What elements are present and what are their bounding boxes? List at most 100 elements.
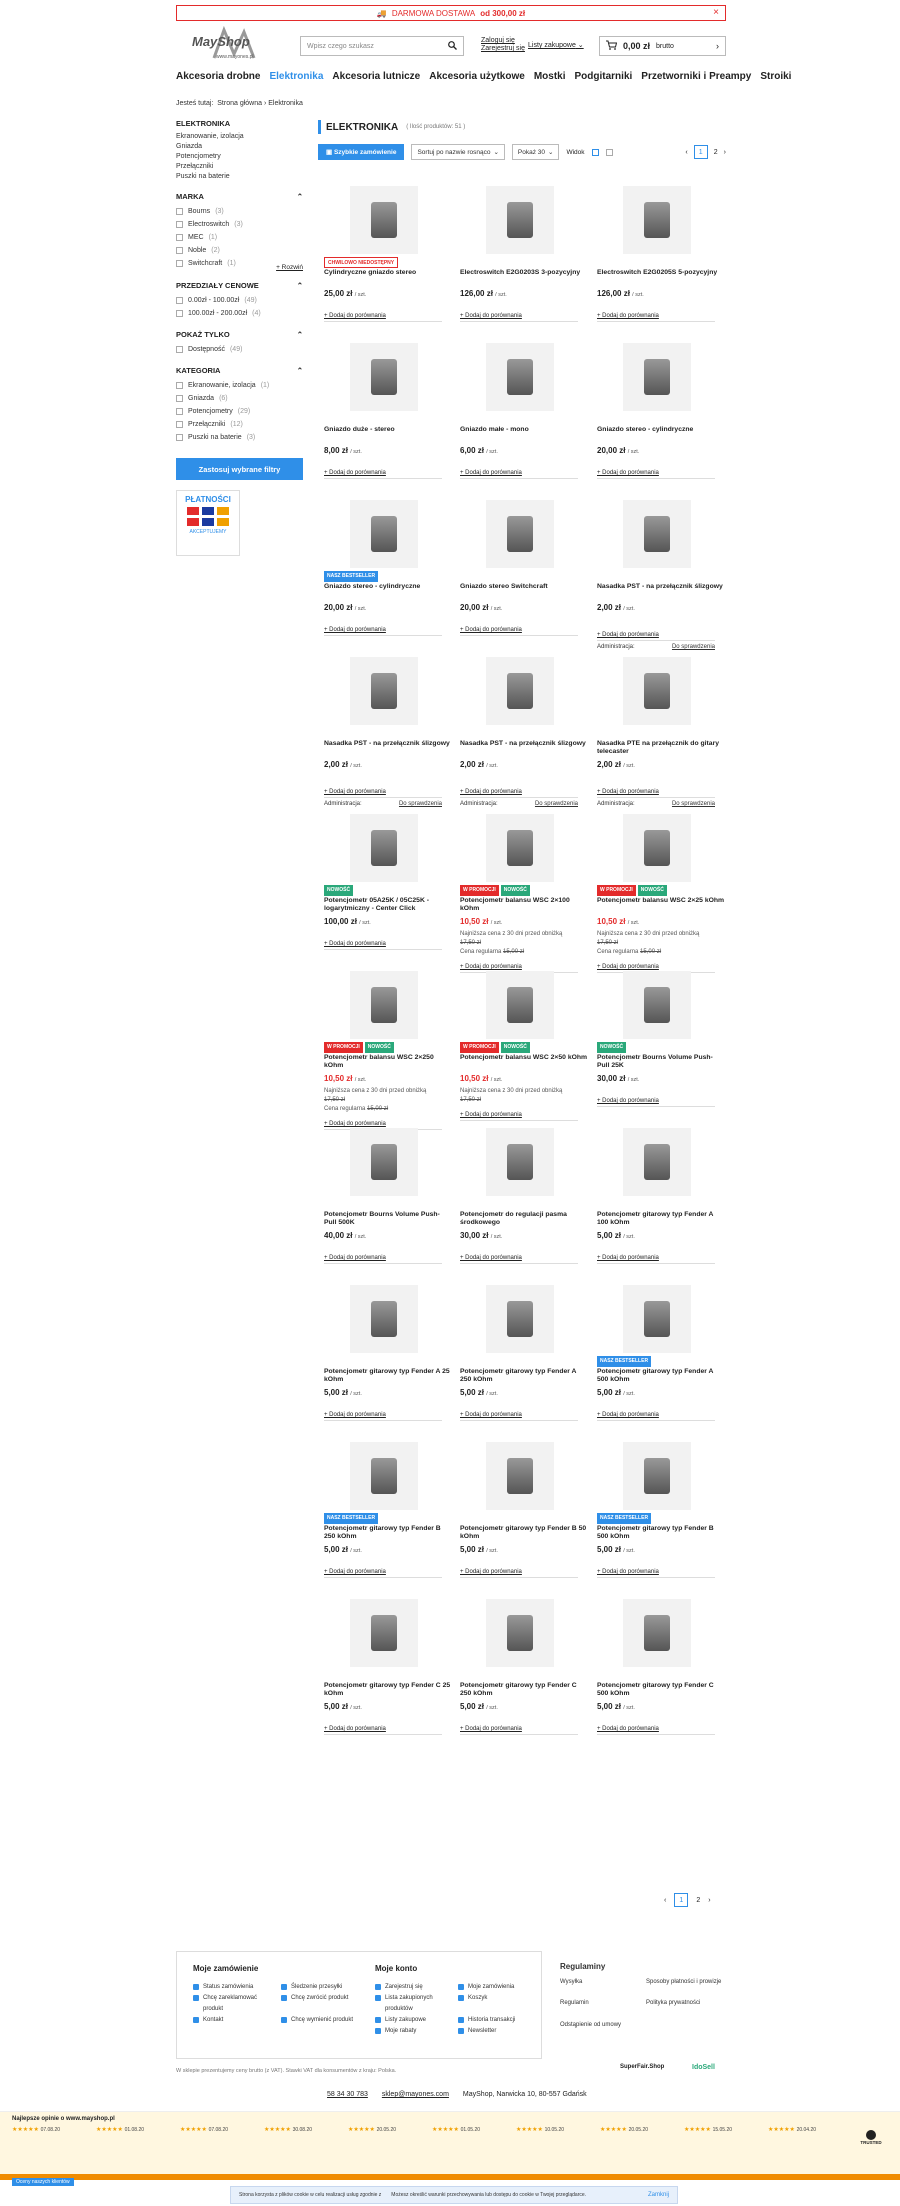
product-card[interactable]: NOWOŚĆ Potencjometr 05A25K / 05C25K - log…: [324, 814, 452, 950]
product-name[interactable]: Potencjometr gitarowy typ Fender A 25 kO…: [324, 1368, 452, 1385]
compare-link[interactable]: + Dodaj do porównania: [597, 632, 715, 641]
nav-item-przetworniki[interactable]: Przetworniki i Preampy: [641, 71, 751, 82]
product-name[interactable]: Electroswitch E2G0205S 5-pozycyjny: [597, 269, 725, 286]
trusted-badge[interactable]: TRUSTED: [856, 2130, 886, 2154]
search-input[interactable]: Wpisz czego szukasz: [300, 36, 464, 56]
checkbox-icon[interactable]: [176, 234, 183, 241]
compare-link[interactable]: + Dodaj do porównania: [460, 1112, 578, 1121]
product-name[interactable]: Potencjometr Bourns Volume Push-Pull 25K: [597, 1054, 725, 1071]
product-card[interactable]: W PROMOCJI NOWOŚĆ Potencjometr balansu WSC…: [324, 971, 452, 1130]
product-image[interactable]: [623, 657, 691, 725]
opinion-item[interactable]: ★★★★★ 01.08.20: [96, 2126, 156, 2133]
admin-check-link[interactable]: Do sprawdzenia: [535, 801, 578, 807]
product-name[interactable]: Nasadka PTE na przełącznik do gitary tel…: [597, 740, 725, 757]
product-image[interactable]: [350, 1599, 418, 1667]
login-link[interactable]: Zaloguj się: [481, 37, 525, 45]
checkbox-icon[interactable]: [176, 310, 183, 317]
product-image[interactable]: [350, 186, 418, 254]
filter-checkbox[interactable]: 0.00zł - 100.00zł (49): [176, 294, 303, 307]
product-image[interactable]: [350, 971, 418, 1039]
footer-link[interactable]: Chcę zwrócić produkt: [281, 1993, 363, 2015]
compare-link[interactable]: + Dodaj do porównania: [597, 470, 715, 479]
footer-link[interactable]: Status zamówienia: [193, 1982, 275, 1993]
opinion-item[interactable]: ★★★★★ 20.04.20: [768, 2126, 828, 2133]
opinion-item[interactable]: ★★★★★ 15.05.20: [684, 2126, 744, 2133]
product-image[interactable]: [486, 657, 554, 725]
compare-link[interactable]: + Dodaj do porównania: [460, 1412, 578, 1421]
product-image[interactable]: [623, 814, 691, 882]
product-image[interactable]: [350, 814, 418, 882]
opinion-item[interactable]: ★★★★★ 30.08.20: [264, 2126, 324, 2133]
compare-link[interactable]: + Dodaj do porównania: [324, 627, 442, 636]
nav-item-elektronika[interactable]: Elektronika: [269, 71, 323, 82]
product-name[interactable]: Potencjometr balansu WSC 2×100 kOhm: [460, 897, 588, 914]
product-name[interactable]: Potencjometr 05A25K / 05C25K - logarytmi…: [324, 897, 452, 914]
sidebar-category-link[interactable]: Gniazda: [176, 142, 303, 152]
compare-link[interactable]: + Dodaj do porównania: [597, 313, 715, 322]
product-name[interactable]: Potencjometr gitarowy typ Fender C 250 k…: [460, 1682, 588, 1699]
compare-link[interactable]: + Dodaj do porównania: [324, 1569, 442, 1578]
compare-link[interactable]: + Dodaj do porównania: [324, 941, 442, 950]
checkbox-icon[interactable]: [176, 208, 183, 215]
product-card[interactable]: Gniazdo stereo Switchcraft 20,00 zł / szt…: [460, 500, 588, 636]
product-name[interactable]: Gniazdo duże - stereo: [324, 426, 452, 443]
quick-order-button[interactable]: ▣ Szybkie zamówienie: [318, 144, 405, 160]
filter-checkbox[interactable]: Noble (2): [176, 244, 303, 257]
product-image[interactable]: [350, 1442, 418, 1510]
nav-item-mostki[interactable]: Mostki: [534, 71, 566, 82]
page-2-button[interactable]: 2: [696, 1897, 700, 1904]
filter-checkbox[interactable]: Bourns (3): [176, 205, 303, 218]
opinion-item[interactable]: ★★★★★ 10.05.20: [516, 2126, 576, 2133]
checkbox-icon[interactable]: [176, 260, 183, 267]
product-image[interactable]: [623, 1442, 691, 1510]
footer-link[interactable]: Chcę zareklamować produkt: [193, 1993, 275, 2015]
product-name[interactable]: Gniazdo stereo - cylindryczne: [597, 426, 725, 443]
compare-link[interactable]: + Dodaj do porównania: [597, 1098, 715, 1107]
compare-link[interactable]: + Dodaj do porównania: [597, 1412, 715, 1421]
product-card[interactable]: Gniazdo małe - mono 6,00 zł / szt. + Dodaj…: [460, 343, 588, 479]
prev-page-button[interactable]: ‹: [685, 149, 687, 156]
product-name[interactable]: Gniazdo stereo - cylindryczne: [324, 583, 452, 600]
product-name[interactable]: Gniazdo stereo Switchcraft: [460, 583, 588, 600]
product-card[interactable]: Potencjometr gitarowy typ Fender A 25 kO…: [324, 1285, 452, 1421]
product-card[interactable]: Nasadka PST - na przełącznik ślizgowy 2,0…: [460, 657, 588, 807]
product-card[interactable]: W PROMOCJI NOWOŚĆ Potencjometr balansu WSC…: [460, 814, 588, 973]
email-link[interactable]: sklep@mayones.com: [382, 2091, 449, 2098]
sidebar-category-link[interactable]: Potencjometry: [176, 152, 303, 162]
product-image[interactable]: [350, 1128, 418, 1196]
compare-link[interactable]: + Dodaj do porównania: [597, 1569, 715, 1578]
compare-link[interactable]: + Dodaj do porównania: [324, 313, 442, 322]
product-name[interactable]: Potencjometr do regulacji pasma środkowe…: [460, 1211, 588, 1228]
product-name[interactable]: Potencjometr gitarowy typ Fender A 250 k…: [460, 1368, 588, 1385]
product-name[interactable]: Nasadka PST - na przełącznik ślizgowy: [597, 583, 725, 600]
next-page-button[interactable]: ›: [724, 149, 726, 156]
nav-item-akcesoria-drobne[interactable]: Akcesoria drobne: [176, 71, 260, 82]
filter-price-title[interactable]: PRZEDZIAŁY CENOWE ⌃: [176, 281, 303, 290]
compare-link[interactable]: + Dodaj do porównania: [324, 1726, 442, 1735]
shopping-lists-link[interactable]: Listy zakupowe ⌄: [528, 41, 584, 49]
product-image[interactable]: [486, 971, 554, 1039]
footer-link[interactable]: Zarejestruj się: [375, 1982, 452, 1993]
product-card[interactable]: Potencjometr gitarowy typ Fender C 25 kO…: [324, 1599, 452, 1735]
grid-view-icon[interactable]: [591, 148, 599, 156]
filter-checkbox[interactable]: Puszki na baterie (3): [176, 431, 303, 444]
logo[interactable]: MayShop www.mayones.pl: [176, 24, 296, 64]
product-image[interactable]: [350, 1285, 418, 1353]
apply-filters-button[interactable]: Zastosuj wybrane filtry: [176, 458, 303, 480]
compare-link[interactable]: + Dodaj do porównania: [460, 313, 578, 322]
product-image[interactable]: [623, 343, 691, 411]
footer-link[interactable]: Kontakt: [193, 2015, 275, 2026]
free-shipping-banner[interactable]: 🚚 DARMOWA DOSTAWA od 300,00 zł ×: [176, 5, 726, 21]
sidebar-category-link[interactable]: Przełączniki: [176, 162, 303, 172]
admin-check-link[interactable]: Do sprawdzenia: [399, 801, 442, 807]
filter-category-title[interactable]: KATEGORIA ⌃: [176, 366, 303, 375]
product-image[interactable]: [623, 186, 691, 254]
footer-rule-link[interactable]: Odstąpienie od umowy: [560, 2022, 640, 2039]
product-card[interactable]: Potencjometr gitarowy typ Fender C 250 k…: [460, 1599, 588, 1735]
product-image[interactable]: [623, 1599, 691, 1667]
checkbox-icon[interactable]: [176, 421, 183, 428]
admin-check-link[interactable]: Do sprawdzenia: [672, 801, 715, 807]
product-name[interactable]: Cylindryczne gniazdo stereo: [324, 269, 452, 286]
product-name[interactable]: Potencjometr gitarowy typ Fender A 100 k…: [597, 1211, 725, 1228]
footer-link[interactable]: Moje rabaty: [375, 2026, 452, 2037]
